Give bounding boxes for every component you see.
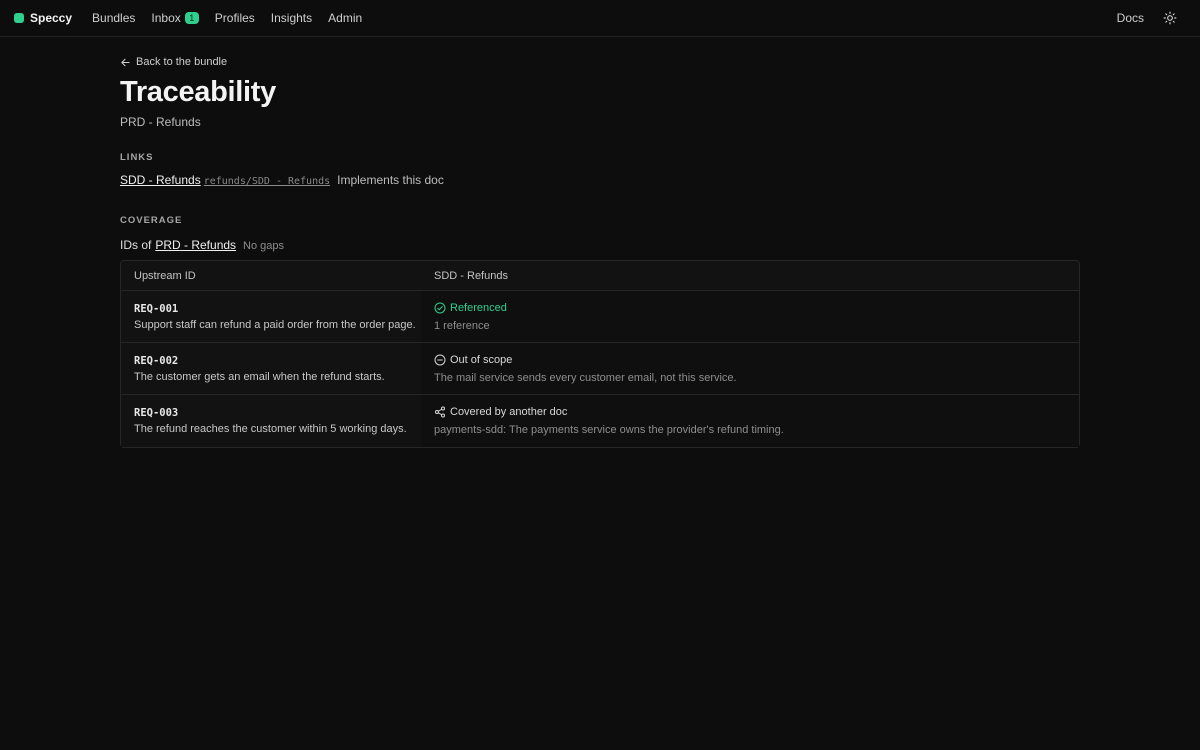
status-referenced: Referenced — [434, 302, 1079, 314]
column-header-upstream-id: Upstream ID — [134, 269, 196, 282]
page-title: Traceability — [120, 76, 276, 108]
brand-mark-icon — [14, 13, 24, 23]
requirement-cell: REQ-002 The customer gets an email when … — [121, 343, 421, 394]
back-link-label: Back to the bundle — [136, 56, 228, 68]
status-out-of-scope: Out of scope — [434, 354, 1079, 366]
link-doc-title[interactable]: SDD - Refunds — [120, 173, 201, 187]
link-doc-path[interactable]: refunds/SDD - Refunds — [204, 176, 330, 187]
arrow-left-icon — [121, 58, 130, 66]
back-link[interactable]: Back to the bundle — [120, 56, 1080, 68]
table-row: REQ-002 The customer gets an email when … — [121, 343, 1079, 395]
coverage-summary: IDs of PRD - Refunds No gaps — [120, 238, 1080, 252]
brand-name: Speccy — [30, 11, 73, 25]
top-nav: Speccy Bundles Inbox 1 Profiles Insights… — [0, 0, 1200, 37]
status-detail: 1 reference — [434, 319, 490, 332]
column-header-downstream-doc: SDD - Refunds — [434, 269, 508, 282]
table-row: REQ-001 Support staff can refund a paid … — [121, 291, 1079, 343]
table-header: Upstream ID SDD - Refunds — [121, 261, 1079, 291]
link-item: SDD - Refunds refunds/SDD - Refunds Impl… — [120, 173, 1080, 187]
status-label: Covered by another doc — [450, 406, 568, 418]
coverage-table: Upstream ID SDD - Refunds REQ-001 Suppor… — [120, 260, 1080, 448]
status-detail: The mail service sends every customer em… — [434, 371, 737, 384]
links-section-label: LINKS — [120, 152, 154, 163]
status-cell: Out of scope The mail service sends ever… — [421, 343, 1079, 394]
nav-item-profiles[interactable]: Profiles — [215, 11, 255, 25]
brand-logo[interactable]: Speccy — [14, 11, 72, 25]
sun-icon — [1163, 11, 1177, 25]
requirement-cell: REQ-003 The refund reaches the customer … — [121, 395, 421, 447]
theme-toggle-button[interactable] — [1162, 10, 1178, 26]
status-cell: Covered by another doc payments-sdd: The… — [421, 395, 1079, 447]
coverage-doc-link[interactable]: PRD - Refunds — [155, 238, 236, 252]
docs-link[interactable]: Docs — [1117, 11, 1144, 25]
status-detail: payments-sdd: The payments service owns … — [434, 424, 784, 436]
nav-item-insights[interactable]: Insights — [271, 11, 312, 25]
status-label: Referenced — [450, 301, 507, 314]
requirement-id: REQ-002 — [134, 354, 179, 367]
check-circle-icon — [434, 302, 446, 313]
share-icon — [435, 406, 445, 418]
status-cell: Referenced 1 reference — [421, 291, 1079, 342]
coverage-gaps-note: No gaps — [243, 240, 285, 252]
nav-item-inbox-label: Inbox — [151, 11, 181, 25]
link-description: Implements this doc — [337, 173, 444, 187]
status-covered-elsewhere: Covered by another doc — [434, 406, 1079, 418]
main-content: Back to the bundle Traceability PRD - Re… — [120, 37, 1080, 448]
minus-circle-icon — [434, 354, 446, 365]
nav-item-admin[interactable]: Admin — [328, 11, 362, 25]
inbox-count-badge: 1 — [184, 12, 199, 24]
table-row: REQ-003 The refund reaches the customer … — [121, 395, 1079, 447]
coverage-section-label: COVERAGE — [120, 215, 183, 226]
nav-item-bundles[interactable]: Bundles — [92, 11, 135, 25]
requirement-text: The refund reaches the customer within 5… — [134, 423, 407, 435]
status-label: Out of scope — [450, 353, 513, 366]
nav-item-inbox[interactable]: Inbox 1 — [151, 11, 199, 25]
page-subtitle: PRD - Refunds — [120, 115, 201, 129]
requirement-cell: REQ-001 Support staff can refund a paid … — [121, 291, 421, 342]
coverage-ids-prefix: IDs of — [120, 238, 152, 252]
requirement-id: REQ-003 — [134, 407, 179, 419]
requirement-id: REQ-001 — [134, 302, 179, 315]
requirement-text: The customer gets an email when the refu… — [134, 370, 385, 383]
requirement-text: Support staff can refund a paid order fr… — [134, 318, 416, 331]
